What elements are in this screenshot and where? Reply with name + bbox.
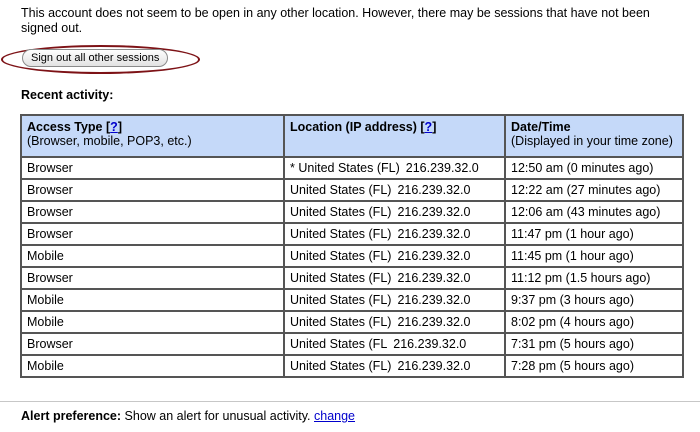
ip-address: 216.239.32.0 — [397, 293, 471, 307]
location-cell: United States (FL 216.239.32.0 — [283, 332, 506, 356]
location-cell: United States (FL) 216.239.32.0 — [283, 288, 506, 312]
ip-address: 216.239.32.0 — [397, 249, 471, 263]
table-row: Mobile United States (FL) 216.239.32.0 8:… — [20, 310, 684, 334]
ip-address: 216.239.32.0 — [393, 337, 467, 351]
datetime-cell: 12:22 am (27 minutes ago) — [504, 178, 684, 202]
datetime-cell: 8:02 pm (4 hours ago) — [504, 310, 684, 334]
datetime-title: Date/Time — [511, 120, 571, 134]
table-row: Mobile United States (FL) 216.239.32.0 9:… — [20, 288, 684, 312]
table-row: Browser * United States (FL) 216.239.32.0… — [20, 156, 684, 180]
table-row: Mobile United States (FL) 216.239.32.0 11… — [20, 244, 684, 268]
access-type-cell: Mobile — [20, 354, 285, 378]
intro-text: This account does not seem to be open in… — [21, 6, 650, 35]
table-row: Mobile United States (FL) 216.239.32.0 7:… — [20, 354, 684, 378]
location-cell: United States (FL) 216.239.32.0 — [283, 266, 506, 290]
alert-preference: Alert preference: Show an alert for unus… — [21, 409, 355, 423]
location-cell: United States (FL) 216.239.32.0 — [283, 200, 506, 224]
access-type-cell: Browser — [20, 200, 285, 224]
alert-preference-label: Alert preference: — [21, 409, 122, 423]
location-text: United States (FL — [290, 337, 388, 351]
datetime-cell: 11:47 pm (1 hour ago) — [504, 222, 684, 246]
ip-address: 216.239.32.0 — [405, 161, 479, 175]
access-type-cell: Mobile — [20, 244, 285, 268]
location-cell: * United States (FL) 216.239.32.0 — [283, 156, 506, 180]
location-help-close: ] — [432, 120, 437, 134]
location-cell: United States (FL) 216.239.32.0 — [283, 244, 506, 268]
ip-address: 216.239.32.0 — [397, 183, 471, 197]
datetime-cell: 7:28 pm (5 hours ago) — [504, 354, 684, 378]
access-type-cell: Mobile — [20, 310, 285, 334]
datetime-cell: 12:06 am (43 minutes ago) — [504, 200, 684, 224]
location-text: United States (FL) — [290, 293, 392, 307]
datetime-subtitle: (Displayed in your time zone) — [511, 134, 673, 148]
ip-address: 216.239.32.0 — [397, 227, 471, 241]
access-type-cell: Mobile — [20, 288, 285, 312]
recent-activity-table: Access Type [?] (Browser, mobile, POP3, … — [20, 114, 684, 378]
table-header-row: Access Type [?] (Browser, mobile, POP3, … — [20, 114, 684, 158]
sign-out-all-sessions-button[interactable]: Sign out all other sessions — [22, 49, 169, 67]
access-type-help-link[interactable]: ? — [110, 120, 118, 134]
location-text: * United States (FL) — [290, 161, 400, 175]
access-type-cell: Browser — [20, 156, 285, 180]
access-type-cell: Browser — [20, 222, 285, 246]
location-cell: United States (FL) 216.239.32.0 — [283, 178, 506, 202]
account-activity-page: This account does not seem to be open in… — [0, 0, 700, 432]
location-cell: United States (FL) 216.239.32.0 — [283, 310, 506, 334]
table-row: Browser United States (FL) 216.239.32.0 1… — [20, 266, 684, 290]
ip-address: 216.239.32.0 — [397, 315, 471, 329]
table-row: Browser United States (FL) 216.239.32.0 1… — [20, 178, 684, 202]
access-type-help-close: ] — [117, 120, 122, 134]
datetime-cell: 12:50 am (0 minutes ago) — [504, 156, 684, 180]
access-type-header: Access Type [?] (Browser, mobile, POP3, … — [20, 114, 285, 158]
ip-address: 216.239.32.0 — [397, 271, 471, 285]
location-text: United States (FL) — [290, 271, 392, 285]
location-title: Location (IP address) — [290, 120, 417, 134]
location-text: United States (FL) — [290, 249, 392, 263]
change-alert-link[interactable]: change — [314, 409, 355, 423]
datetime-cell: 11:45 pm (1 hour ago) — [504, 244, 684, 268]
location-cell: United States (FL) 216.239.32.0 — [283, 222, 506, 246]
alert-preference-text: Show an alert for unusual activity. — [124, 409, 311, 423]
location-text: United States (FL) — [290, 315, 392, 329]
location-text: United States (FL) — [290, 183, 392, 197]
datetime-header: Date/Time (Displayed in your time zone) — [504, 114, 684, 158]
access-type-cell: Browser — [20, 332, 285, 356]
access-type-cell: Browser — [20, 178, 285, 202]
location-text: United States (FL) — [290, 205, 392, 219]
location-text: United States (FL) — [290, 227, 392, 241]
datetime-cell: 7:31 pm (5 hours ago) — [504, 332, 684, 356]
access-type-subtitle: (Browser, mobile, POP3, etc.) — [27, 134, 192, 148]
ip-address: 216.239.32.0 — [397, 205, 471, 219]
access-type-title: Access Type — [27, 120, 103, 134]
access-type-cell: Browser — [20, 266, 285, 290]
datetime-cell: 9:37 pm (3 hours ago) — [504, 288, 684, 312]
table-row: Browser United States (FL) 216.239.32.0 1… — [20, 200, 684, 224]
section-divider — [0, 401, 700, 402]
table-row: Browser United States (FL) 216.239.32.0 1… — [20, 222, 684, 246]
recent-activity-heading: Recent activity: — [21, 88, 114, 102]
location-cell: United States (FL) 216.239.32.0 — [283, 354, 506, 378]
table-row: Browser United States (FL 216.239.32.0 7:… — [20, 332, 684, 356]
ip-address: 216.239.32.0 — [397, 359, 471, 373]
location-header: Location (IP address) [?] — [283, 114, 506, 158]
datetime-cell: 11:12 pm (1.5 hours ago) — [504, 266, 684, 290]
location-text: United States (FL) — [290, 359, 392, 373]
